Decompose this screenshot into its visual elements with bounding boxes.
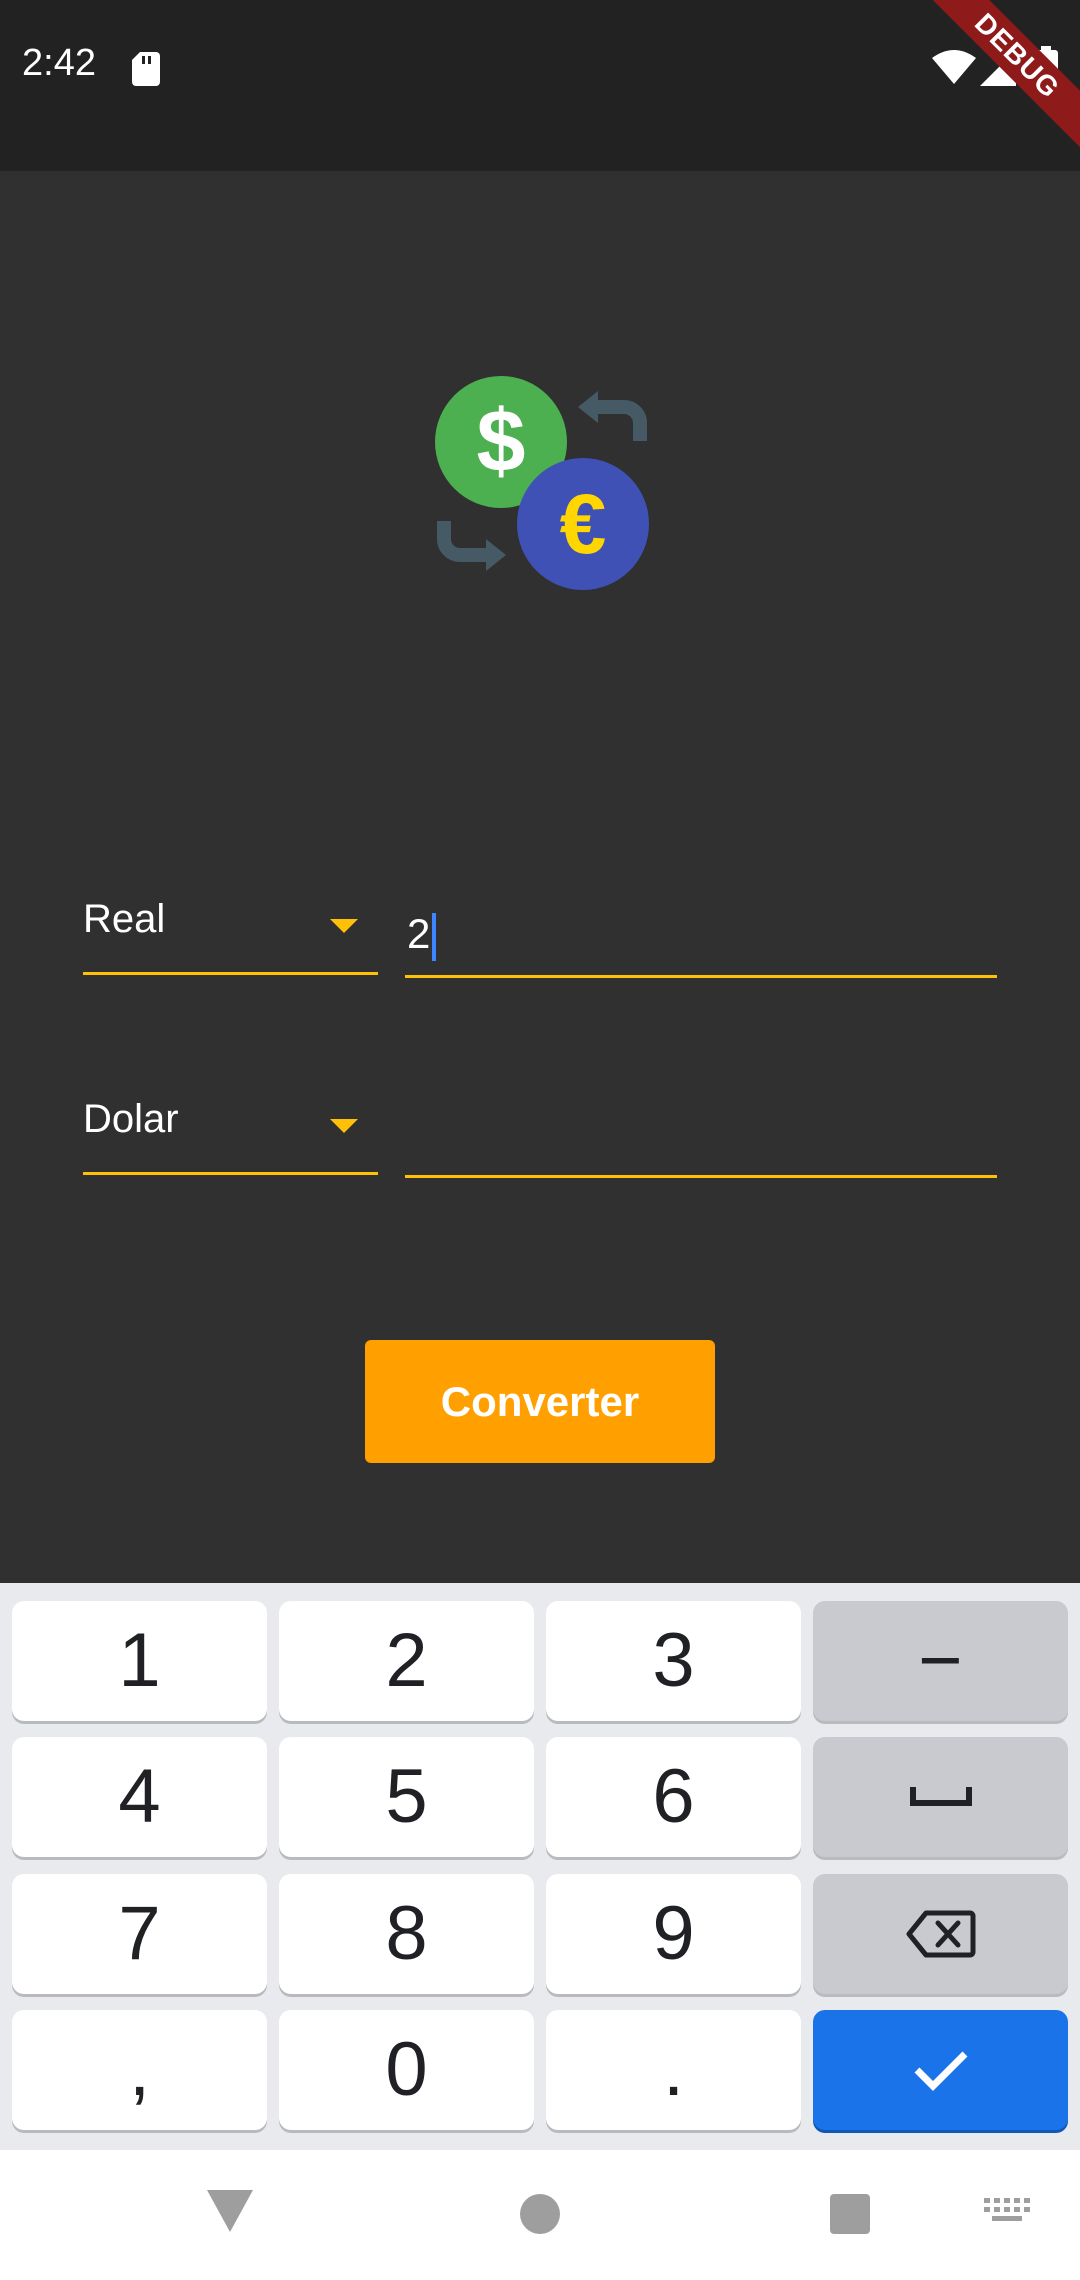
key-6[interactable]: 6 <box>546 1737 801 1857</box>
numeric-keyboard: 1 2 3 − 4 5 6 7 8 9 , 0 . <box>0 1583 1080 2150</box>
dropdown-arrow-icon <box>330 1119 358 1133</box>
wifi-icon <box>932 50 976 84</box>
key-4[interactable]: 4 <box>12 1737 267 1857</box>
sd-card-icon <box>132 52 160 86</box>
key-1[interactable]: 1 <box>12 1601 267 1721</box>
to-currency-dropdown[interactable]: Dolar <box>83 1075 378 1175</box>
converter-screen: $ € Real 2 Dolar Converter <box>0 171 1080 1583</box>
check-icon <box>914 2051 967 2091</box>
key-9[interactable]: 9 <box>546 1874 801 1994</box>
key-5[interactable]: 5 <box>279 1737 534 1857</box>
key-dot[interactable]: . <box>546 2010 801 2130</box>
nav-back-icon[interactable] <box>205 2188 255 2234</box>
from-amount-value: 2 <box>407 910 431 957</box>
from-currency-label: Real <box>83 897 166 941</box>
nav-recent-icon[interactable] <box>830 2194 870 2234</box>
keyboard-icon[interactable] <box>984 2198 1030 2228</box>
to-currency-label: Dolar <box>83 1097 179 1141</box>
dropdown-arrow-icon <box>330 919 358 933</box>
key-minus[interactable]: − <box>813 1601 1068 1721</box>
key-backspace[interactable] <box>813 1874 1068 1994</box>
to-amount-input[interactable] <box>405 1078 997 1178</box>
key-8[interactable]: 8 <box>279 1874 534 1994</box>
convert-button[interactable]: Converter <box>365 1340 715 1463</box>
key-space[interactable] <box>813 1737 1068 1857</box>
status-bar: 2:42 DEBUG <box>0 0 1080 171</box>
key-done[interactable] <box>813 2010 1068 2130</box>
currency-exchange-icon: $ € <box>435 376 649 590</box>
key-3[interactable]: 3 <box>546 1601 801 1721</box>
key-7[interactable]: 7 <box>12 1874 267 1994</box>
svg-text:$: $ <box>477 391 526 490</box>
text-cursor <box>432 912 437 961</box>
status-time: 2:42 <box>22 42 96 84</box>
svg-text:€: € <box>560 477 607 571</box>
key-comma[interactable]: , <box>12 2010 267 2130</box>
key-2[interactable]: 2 <box>279 1601 534 1721</box>
from-amount-input[interactable]: 2 <box>405 878 997 978</box>
key-0[interactable]: 0 <box>279 2010 534 2130</box>
backspace-icon <box>906 1910 975 1958</box>
navigation-bar <box>0 2150 1080 2280</box>
from-currency-dropdown[interactable]: Real <box>83 875 378 975</box>
space-icon <box>909 1787 972 1806</box>
nav-home-icon[interactable] <box>520 2194 560 2234</box>
